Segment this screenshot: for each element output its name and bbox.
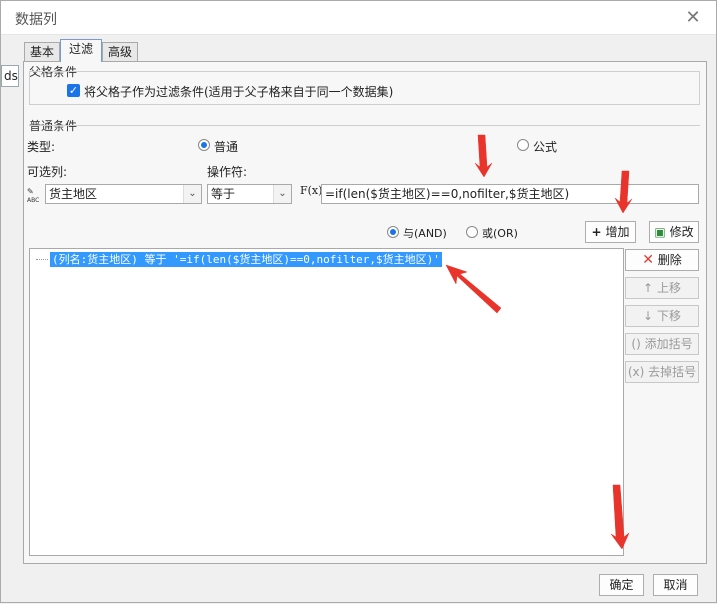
divider [29, 125, 700, 126]
logic-and-label: 与(AND) [403, 227, 447, 240]
add-bracket-button[interactable]: () 添加括号 [625, 333, 699, 355]
logic-and-radio[interactable] [387, 226, 399, 238]
remove-bracket-label: 去掉括号 [648, 365, 697, 379]
column-abc-icon: ✎ ABC [27, 186, 45, 207]
delete-x-icon: ✕ [642, 252, 654, 268]
type-label: 类型: [27, 140, 56, 154]
cancel-button[interactable]: 取消 [653, 574, 698, 596]
modify-button-label: 修改 [669, 225, 694, 239]
move-down-button[interactable]: ↓ 下移 [625, 305, 699, 327]
move-up-label: 上移 [656, 281, 681, 295]
tab-basic[interactable]: 基本 [24, 42, 60, 62]
dialog-title: 数据列 [15, 12, 57, 28]
close-icon[interactable]: ✕ [682, 7, 704, 29]
move-down-label: 下移 [656, 309, 681, 323]
add-bracket-label: 添加括号 [644, 337, 693, 351]
formula-input[interactable]: =if(len($货主地区)==0,nofilter,$货主地区) [321, 184, 699, 204]
column-select[interactable]: 货主地区 ⌄ [45, 184, 202, 204]
parent-filter-checkbox[interactable]: ✓ [67, 84, 80, 97]
remove-bracket-icon: (x) [627, 365, 645, 379]
type-formula-radio[interactable] [517, 139, 529, 151]
type-normal-radio[interactable] [198, 139, 210, 151]
column-label: 可选列: [27, 165, 68, 179]
operator-label: 操作符: [207, 165, 248, 179]
title-bar: 数据列 ✕ [1, 1, 716, 35]
type-formula-label: 公式 [533, 140, 558, 154]
add-button-label: 增加 [605, 225, 630, 239]
chevron-down-icon: ⌄ [183, 185, 201, 203]
formula-fx-icon[interactable]: F(x) [300, 184, 322, 197]
parent-filter-label: 将父格子作为过滤条件(适用于父子格来自于同一个数据集) [84, 85, 394, 99]
logic-or-label: 或(OR) [482, 227, 518, 240]
ok-button[interactable]: 确定 [599, 574, 644, 596]
column-select-value: 货主地区 [49, 187, 98, 201]
data-column-dialog: 数据列 ✕ ds 基本 过滤 高级 父格条件 ✓ 将父格子作为过滤条件(适用于父… [0, 0, 717, 603]
condition-list[interactable]: (列名:货主地区) 等于 '=if(len($货主地区)==0,nofilter… [29, 248, 624, 556]
logic-or-radio[interactable] [466, 226, 478, 238]
svg-text:ABC: ABC [27, 197, 39, 204]
move-up-button[interactable]: ↑ 上移 [625, 277, 699, 299]
edit-icon: ▣ [654, 225, 666, 239]
tab-filter[interactable]: 过滤 [60, 39, 102, 62]
tab-advanced[interactable]: 高级 [102, 42, 138, 62]
operator-select[interactable]: 等于 ⌄ [207, 184, 292, 204]
delete-button-label: 删除 [657, 253, 682, 267]
bracket-icon: () [631, 337, 641, 351]
arrow-up-icon: ↑ [643, 281, 654, 295]
add-button[interactable]: + 增加 [585, 221, 636, 243]
arrow-down-icon: ↓ [643, 309, 654, 323]
tree-connector [36, 259, 48, 260]
plus-icon: + [591, 225, 602, 239]
condition-item[interactable]: (列名:货主地区) 等于 '=if(len($货主地区)==0,nofilter… [50, 252, 442, 267]
remove-bracket-button[interactable]: (x) 去掉括号 [625, 361, 699, 383]
operator-select-value: 等于 [211, 187, 236, 201]
chevron-down-icon: ⌄ [273, 185, 291, 203]
svg-text:✎: ✎ [27, 187, 34, 196]
type-normal-label: 普通 [214, 140, 239, 154]
modify-button[interactable]: ▣ 修改 [649, 221, 699, 243]
delete-button[interactable]: ✕ 删除 [625, 249, 699, 271]
background-cell: ds [1, 65, 19, 87]
